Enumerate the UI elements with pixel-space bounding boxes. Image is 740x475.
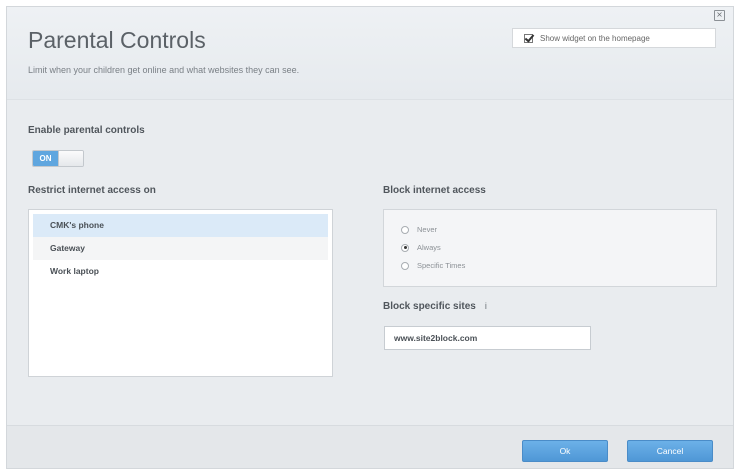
show-widget-option[interactable]: Show widget on the homepage	[512, 28, 716, 48]
radio-label: Specific Times	[417, 261, 466, 270]
block-internet-access-label: Block internet access	[383, 185, 486, 196]
show-widget-label: Show widget on the homepage	[540, 33, 650, 43]
radio-option-never[interactable]: Never	[401, 225, 437, 234]
device-list-item[interactable]: Work laptop	[33, 260, 328, 283]
cancel-button[interactable]: Cancel	[627, 440, 713, 462]
device-list-item[interactable]: Gateway	[33, 237, 328, 260]
radio-label: Never	[417, 225, 438, 234]
block-specific-sites-text: Block specific sites	[383, 301, 476, 312]
parental-controls-toggle[interactable]: ON	[32, 150, 84, 167]
ok-button[interactable]: Ok	[522, 440, 608, 462]
dialog-footer: Ok Cancel	[7, 425, 733, 468]
block-access-options: Never Always Specific Times	[383, 209, 717, 287]
close-icon[interactable]: ×	[714, 10, 725, 21]
restrict-access-label: Restrict internet access on	[28, 185, 156, 196]
radio-button[interactable]	[401, 243, 409, 252]
page-title: Parental Controls	[28, 27, 206, 53]
device-list-item[interactable]: CMK's phone	[33, 214, 328, 237]
page-subtitle: Limit when your children get online and …	[28, 65, 300, 75]
info-icon[interactable]: i	[485, 301, 487, 311]
radio-label: Always	[417, 243, 441, 252]
block-site-input[interactable]	[384, 326, 591, 350]
block-specific-sites-label: Block specific sites i	[383, 301, 487, 312]
radio-option-specific-times[interactable]: Specific Times	[401, 261, 465, 270]
radio-button[interactable]	[401, 225, 409, 234]
toggle-on-text: ON	[33, 151, 58, 166]
show-widget-checkbox[interactable]	[524, 33, 533, 43]
enable-parental-controls-label: Enable parental controls	[28, 125, 145, 136]
device-list: CMK's phone Gateway Work laptop	[28, 209, 333, 377]
radio-button[interactable]	[401, 261, 409, 270]
parental-controls-dialog: × Parental Controls Limit when your chil…	[6, 6, 734, 469]
dialog-header: × Parental Controls Limit when your chil…	[7, 7, 733, 100]
radio-option-always[interactable]: Always	[401, 243, 441, 252]
toggle-knob[interactable]	[58, 151, 83, 166]
